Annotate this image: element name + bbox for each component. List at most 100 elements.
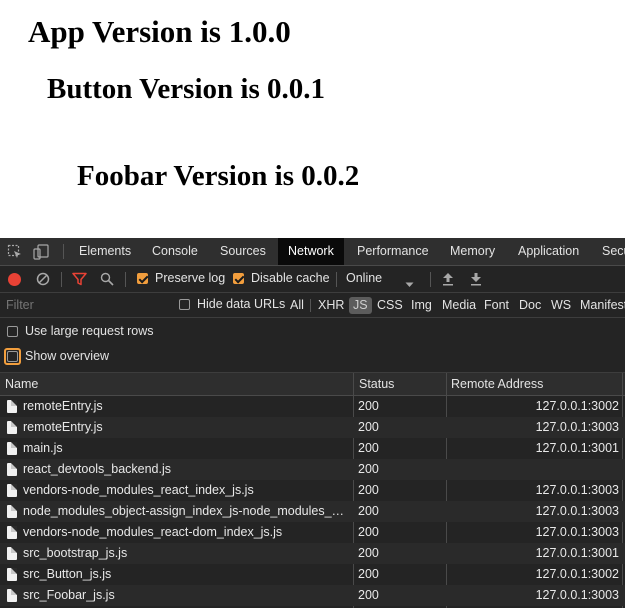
tab-elements[interactable]: Elements: [69, 238, 141, 265]
toolbar-separator: [430, 272, 431, 287]
request-remote-address: 127.0.0.1:3003: [535, 504, 619, 518]
filter-type-manifest[interactable]: Manifest: [578, 297, 625, 314]
file-icon: [7, 421, 17, 434]
show-overview-checkbox[interactable]: [7, 351, 18, 362]
toolbar-separator: [125, 272, 126, 287]
tab-application[interactable]: Application: [508, 238, 589, 265]
show-overview-label: Show overview: [25, 349, 110, 363]
filter-type-doc[interactable]: Doc: [517, 297, 543, 314]
request-remote-address: 127.0.0.1:3001: [535, 441, 619, 455]
foobar-version-heading: Foobar Version is 0.0.2: [77, 160, 360, 192]
dropdown-arrow-icon[interactable]: [405, 277, 414, 291]
filter-input[interactable]: [2, 296, 170, 313]
table-row[interactable]: src_Foobar_js.js 200 127.0.0.1:3003: [0, 585, 625, 606]
large-rows-option: Use large request rows: [0, 318, 625, 344]
request-status: 200: [358, 588, 379, 602]
request-status: 200: [358, 399, 379, 413]
request-status: 200: [358, 504, 379, 518]
hide-data-urls-label: Hide data URLs: [197, 297, 286, 311]
request-status: 200: [358, 567, 379, 581]
tab-security[interactable]: Secu: [592, 238, 625, 265]
request-remote-address: 127.0.0.1:3002: [535, 399, 619, 413]
request-name: src_Button_js.js: [23, 567, 112, 581]
filter-type-media[interactable]: Media: [440, 297, 478, 314]
filter-separator: [310, 299, 311, 312]
file-icon: [7, 463, 17, 476]
table-row[interactable]: node_modules_object-assign_index_js-node…: [0, 501, 625, 522]
device-toolbar-icon[interactable]: [33, 244, 49, 260]
table-header: Name Status Remote Address: [0, 373, 625, 396]
request-remote-address: 127.0.0.1:3003: [535, 588, 619, 602]
table-row[interactable]: vendors-node_modules_react-dom_index_js.…: [0, 522, 625, 543]
file-icon: [7, 505, 17, 518]
preserve-log-checkbox[interactable]: [137, 273, 148, 284]
table-row[interactable]: react_devtools_backend.js 200: [0, 459, 625, 480]
inspect-element-icon[interactable]: [7, 244, 23, 260]
request-remote-address: 127.0.0.1:3002: [535, 567, 619, 581]
request-name: remoteEntry.js: [23, 420, 103, 434]
search-icon[interactable]: [100, 272, 114, 289]
web-page: App Version is 1.0.0 Button Version is 0…: [0, 0, 625, 238]
tab-network[interactable]: Network: [278, 238, 344, 265]
show-overview-option: Show overview: [0, 344, 625, 370]
request-name: main.js: [23, 441, 63, 455]
disable-cache-label: Disable cache: [251, 271, 330, 285]
filter-type-js[interactable]: JS: [349, 297, 372, 314]
import-har-icon[interactable]: [442, 272, 454, 289]
toolbar-separator: [61, 272, 62, 287]
table-row[interactable]: src_bootstrap_js.js 200 127.0.0.1:3001: [0, 543, 625, 564]
file-icon: [7, 568, 17, 581]
toolbar-separator: [336, 272, 337, 287]
request-status: 200: [358, 441, 379, 455]
filter-type-css[interactable]: CSS: [375, 297, 405, 314]
tab-performance[interactable]: Performance: [347, 238, 439, 265]
tab-memory[interactable]: Memory: [440, 238, 505, 265]
column-remote-address-header[interactable]: Remote Address: [451, 373, 543, 395]
request-name: src_bootstrap_js.js: [23, 546, 128, 560]
filter-icon[interactable]: [72, 272, 87, 289]
app-version-heading: App Version is 1.0.0: [28, 14, 291, 49]
column-status-header[interactable]: Status: [359, 373, 394, 395]
request-name: src_Foobar_js.js: [23, 588, 115, 602]
request-remote-address: 127.0.0.1:3003: [535, 525, 619, 539]
filter-type-xhr[interactable]: XHR: [316, 297, 346, 314]
export-har-icon[interactable]: [470, 272, 482, 289]
request-status: 200: [358, 546, 379, 560]
hide-data-urls-checkbox[interactable]: [179, 299, 190, 310]
file-icon: [7, 442, 17, 455]
clear-icon[interactable]: [36, 272, 50, 289]
button-version-heading: Button Version is 0.0.1: [47, 73, 325, 105]
table-row[interactable]: src_Button_js.js 200 127.0.0.1:3002: [0, 564, 625, 585]
filter-type-font[interactable]: Font: [482, 297, 511, 314]
tab-console[interactable]: Console: [142, 238, 208, 265]
large-rows-checkbox[interactable]: [7, 326, 18, 337]
file-icon: [7, 589, 17, 602]
filter-type-img[interactable]: Img: [409, 297, 434, 314]
request-remote-address: 127.0.0.1:3001: [535, 546, 619, 560]
request-remote-address: [450, 459, 619, 480]
file-icon: [7, 484, 17, 497]
network-filterbar: Hide data URLs All XHR JS CSS Img Media …: [0, 293, 625, 318]
request-status: 200: [358, 483, 379, 497]
table-row[interactable]: vendors-node_modules_react_index_js.js 20…: [0, 480, 625, 501]
table-row[interactable]: remoteEntry.js 200 127.0.0.1:3003: [0, 417, 625, 438]
request-name: node_modules_object-assign_index_js-node…: [23, 504, 349, 518]
request-name: vendors-node_modules_react_index_js.js: [23, 483, 254, 497]
disable-cache-checkbox[interactable]: [233, 273, 244, 284]
table-row[interactable]: main.js 200 127.0.0.1:3001: [0, 438, 625, 459]
devtools-tabbar: Elements Console Sources Network Perform…: [0, 238, 625, 266]
column-name-header[interactable]: Name: [5, 373, 38, 395]
devtools-panel: Elements Console Sources Network Perform…: [0, 238, 625, 608]
tab-separator: [63, 244, 64, 259]
requests-table: Name Status Remote Address remoteEntry.j…: [0, 372, 625, 608]
tab-sources[interactable]: Sources: [210, 238, 276, 265]
request-name: vendors-node_modules_react-dom_index_js.…: [23, 525, 283, 539]
table-row[interactable]: remoteEntry.js 200 127.0.0.1:3002: [0, 396, 625, 417]
filter-type-ws[interactable]: WS: [549, 297, 573, 314]
record-icon[interactable]: [8, 273, 21, 286]
request-status: 200: [358, 462, 379, 476]
request-status: 200: [358, 420, 379, 434]
throttling-select[interactable]: Online: [346, 271, 382, 285]
preserve-log-label: Preserve log: [155, 271, 226, 285]
filter-type-all[interactable]: All: [288, 297, 306, 314]
